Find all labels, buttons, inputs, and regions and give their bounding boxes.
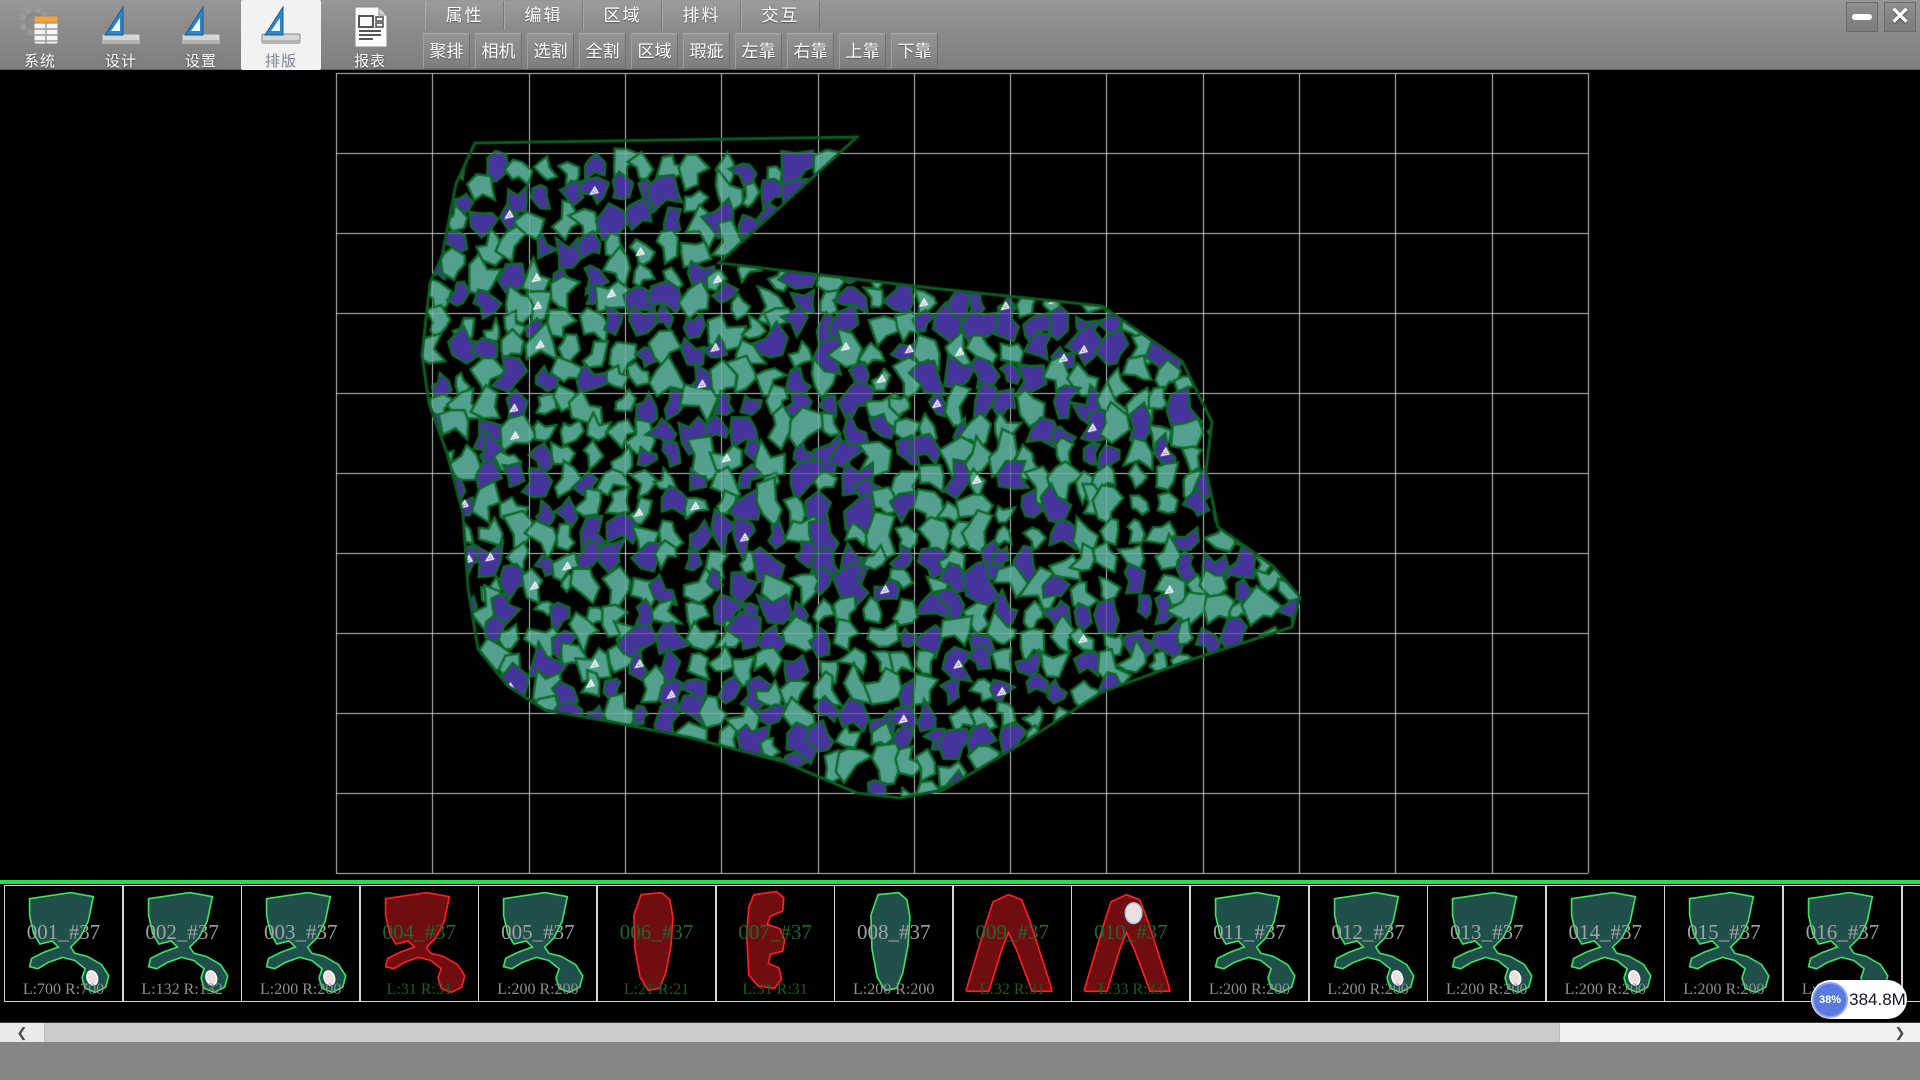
scrollbar-thumb[interactable] [44,1023,1560,1043]
settings-ruler-icon [178,4,224,50]
tool-button-3[interactable]: 选割 [527,33,574,69]
nav-tab-1[interactable]: 系统 [0,0,80,70]
piece-name: 010_#37 [1072,920,1189,945]
system-gear-table-icon [17,4,63,50]
piece-name: 014_#37 [1547,920,1664,945]
minimize-button[interactable] [1846,2,1878,32]
piece-name: 005_#37 [479,920,596,945]
titlebar: 系统设计设置排版报表 属性编辑区域排料交互 聚排相机选割全割区域瑕疵左靠右靠上靠… [0,0,1920,70]
nav-tab-label: 设计 [81,50,161,71]
piece-name: 017_#37 [1903,920,1920,945]
nav-tab-3[interactable]: 设置 [161,0,241,70]
piece-name: 008_#37 [835,920,952,945]
piece-lr-count: L:31 R:31 [361,981,478,999]
piece-lr-count: L:132 R:132 [124,981,241,999]
nav-tab-label: 报表 [330,50,410,71]
piece-lr-count: L:31 R:31 [717,981,834,999]
tool-button-2[interactable]: 相机 [475,33,522,69]
nav-tab-4[interactable]: 排版 [241,0,321,70]
piece-thumbnail-002_#37[interactable]: 002_#37 L:132 R:132 [123,885,242,1002]
piece-thumbnail-003_#37[interactable]: 003_#37 L:200 R:200 [241,885,360,1002]
tool-button-4[interactable]: 全割 [579,33,626,69]
menu-item-5[interactable]: 交互 [741,1,820,30]
piece-name: 013_#37 [1428,920,1545,945]
piece-name: 011_#37 [1191,920,1308,945]
tool-button-1[interactable]: 聚排 [423,33,470,69]
piece-thumbnail-004_#37[interactable]: 004_#37 L:31 R:31 [360,885,479,1002]
piece-lr-count: L:200 R:200 [1428,981,1545,999]
piece-lr-count: L:200 R:200 [1310,981,1427,999]
piece-lr-count: L:32 R:31 [954,981,1071,999]
piece-thumbnail-008_#37[interactable]: 008_#37 L:200 R:200 [834,885,953,1002]
report-document-icon [347,4,393,50]
piece-name: 006_#37 [598,920,715,945]
tool-button-8[interactable]: 右靠 [787,33,834,69]
menu-item-3[interactable]: 区域 [583,1,662,30]
horizontal-scrollbar: ❮ ❯ [0,1022,1920,1042]
piece-thumbnail-015_#37[interactable]: 015_#37 L:200 R:200 [1664,885,1783,1002]
strip-divider-line [0,880,1920,884]
close-button[interactable]: ✕ [1884,2,1916,32]
window-controls: ✕ [1846,2,1916,32]
nav-tab-label: 排版 [241,50,321,71]
scroll-right-button[interactable]: ❯ [1880,1023,1920,1043]
piece-name: 007_#37 [717,920,834,945]
piece-thumbnail-017_#37[interactable]: 017_#37L:200 R:200 [1902,885,1920,1002]
memory-percent-value: 38% [1819,994,1841,1006]
piece-lr-count: L:21 R:21 [598,981,715,999]
piece-name: 004_#37 [361,920,478,945]
piece-thumbnail-009_#37[interactable]: 009_#37 L:32 R:31 [953,885,1072,1002]
piece-name: 001_#37 [5,920,122,945]
memory-size-value: 384.8M [1848,990,1907,1010]
piece-name: 009_#37 [954,920,1071,945]
menu-item-2[interactable]: 编辑 [504,1,583,30]
nav-tab-label: 设置 [161,50,241,71]
piece-lr-count: L:200 R:200 [835,981,952,999]
piece-thumbnail-005_#37[interactable]: 005_#37 L:200 R:200 [478,885,597,1002]
tool-button-9[interactable]: 上靠 [839,33,886,69]
piece-lr-count: L:200 R:200 [479,981,596,999]
scroll-left-button[interactable]: ❮ [0,1023,44,1043]
tool-button-10[interactable]: 下靠 [891,33,938,69]
tool-button-5[interactable]: 区域 [631,33,678,69]
nesting-workspace-canvas[interactable] [0,70,1920,880]
piece-thumbnail-007_#37[interactable]: 007_#37 L:31 R:31 [716,885,835,1002]
piece-thumbnail-010_#37[interactable]: 010_#37 L:33 R:33 [1071,885,1190,1002]
tool-bar: 聚排相机选割全割区域瑕疵左靠右靠上靠下靠 [423,33,943,69]
design-ruler-icon [98,4,144,50]
piece-name: 003_#37 [242,920,359,945]
nav-tab-label: 系统 [0,50,80,71]
menu-bar: 属性编辑区域排料交互 [425,1,820,31]
tool-button-7[interactable]: 左靠 [735,33,782,69]
memory-usage-badge[interactable]: 38% 384.8M [1811,980,1907,1019]
piece-thumbnail-012_#37[interactable]: 012_#37 L:200 R:200 [1309,885,1428,1002]
piece-thumbnail-006_#37[interactable]: 006_#37 L:21 R:21 [597,885,716,1002]
piece-name: 016_#37 [1784,920,1901,945]
piece-lr-count: L:200 R:200 [242,981,359,999]
piece-thumbnail-011_#37[interactable]: 011_#37 L:200 R:200 [1190,885,1309,1002]
layout-ruler-icon [258,4,304,50]
nav-tab-5[interactable]: 报表 [330,0,410,70]
piece-lr-count: L:700 R:700 [5,981,122,999]
piece-lr-count: L:200 R:200 [1191,981,1308,999]
piece-thumbnail-013_#37[interactable]: 013_#37 L:200 R:200 [1427,885,1546,1002]
piece-lr-count: L:200 R:200 [1547,981,1664,999]
nesting-app-window: { "nav": { "active_index": 3, "items": [… [0,0,1920,1080]
piece-thumbnail-001_#37[interactable]: 001_#37 L:700 R:700 [4,885,123,1002]
memory-percent-indicator: 38% [1812,982,1848,1018]
close-icon: ✕ [1890,5,1910,29]
piece-lr-count: L:200 R:200 [1665,981,1782,999]
menu-item-1[interactable]: 属性 [425,1,504,30]
piece-name: 012_#37 [1310,920,1427,945]
piece-name: 015_#37 [1665,920,1782,945]
piece-lr-count: L:33 R:33 [1072,981,1189,999]
tool-button-6[interactable]: 瑕疵 [683,33,730,69]
piece-name: 002_#37 [124,920,241,945]
status-bar [0,1042,1920,1080]
nav-tab-2[interactable]: 设计 [81,0,161,70]
minimize-icon [1852,14,1872,20]
menu-item-4[interactable]: 排料 [662,1,741,30]
piece-thumbnail-014_#37[interactable]: 014_#37 L:200 R:200 [1546,885,1665,1002]
piece-thumbnail-strip: 001_#37L:700 R:700002_#37L:132 R:132003_… [0,880,1920,1022]
